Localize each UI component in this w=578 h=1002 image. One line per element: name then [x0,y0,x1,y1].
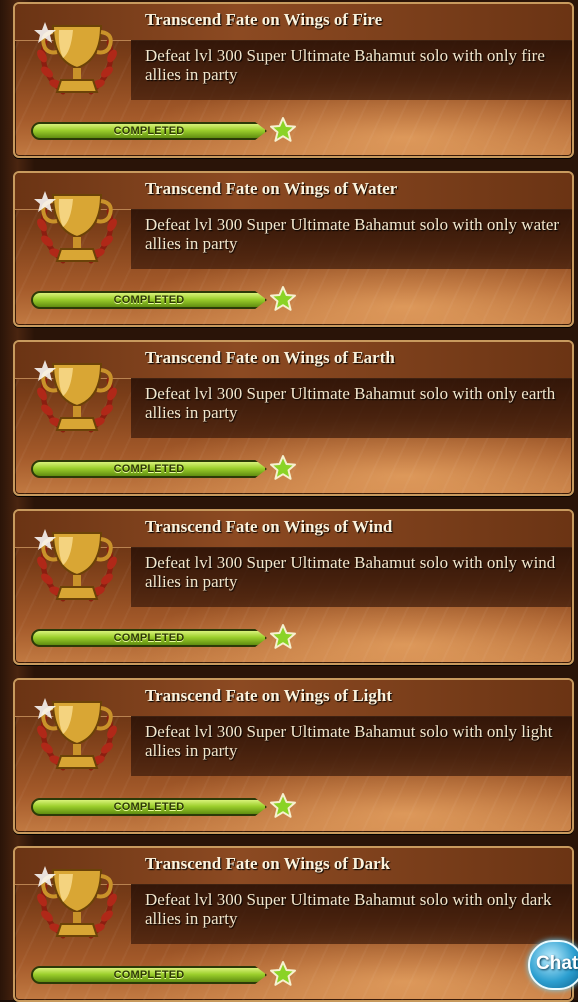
progress-bar: COMPLETED [31,629,267,647]
chat-button[interactable]: Chat [528,940,578,990]
trophy-icon [34,698,117,771]
star-icon [270,455,296,480]
achievement-card: Transcend Fate on Wings of Wind Defeat l… [13,509,574,665]
progress-bar: COMPLETED [31,798,267,816]
trophy-icon [34,22,117,95]
star-icon [270,793,296,818]
trophy-icon [34,529,117,602]
status-label: COMPLETED [113,125,185,137]
achievement-card: Transcend Fate on Wings of Dark Defeat l… [13,846,574,1002]
progress-bar: COMPLETED [31,291,267,309]
star-icon [270,286,296,311]
progress-bar: COMPLETED [31,966,267,984]
achievement-description: Defeat lvl 300 Super Ultimate Bahamut so… [145,890,552,928]
status-label: COMPLETED [113,632,185,644]
progress-bar: COMPLETED [31,460,267,478]
trophy-icon [34,191,117,264]
star-icon [270,624,296,649]
star-icon [270,961,296,986]
achievement-title: Transcend Fate on Wings of Water [145,179,398,198]
achievement-title: Transcend Fate on Wings of Fire [145,10,383,29]
achievement-title: Transcend Fate on Wings of Earth [145,348,395,367]
achievement-title: Transcend Fate on Wings of Wind [145,517,393,536]
achievement-card: Transcend Fate on Wings of Fire Defeat l… [13,2,574,158]
achievement-description: Defeat lvl 300 Super Ultimate Bahamut so… [145,722,553,760]
achievement-description: Defeat lvl 300 Super Ultimate Bahamut so… [145,553,556,591]
progress-bar: COMPLETED [31,122,267,140]
achievement-title: Transcend Fate on Wings of Dark [145,854,391,873]
status-label: COMPLETED [113,801,185,813]
achievement-card: Transcend Fate on Wings of Earth Defeat … [13,340,574,496]
achievement-list: Transcend Fate on Wings of Fire Defeat l… [0,0,578,1002]
achievement-description: Defeat lvl 300 Super Ultimate Bahamut so… [145,215,560,253]
achievement-title: Transcend Fate on Wings of Light [145,686,393,705]
status-label: COMPLETED [113,294,185,306]
star-icon [270,117,296,142]
trophy-icon [34,360,117,433]
achievement-description: Defeat lvl 300 Super Ultimate Bahamut so… [145,46,545,84]
achievement-card: Transcend Fate on Wings of Water Defeat … [13,171,574,327]
status-label: COMPLETED [113,969,185,981]
achievement-card: Transcend Fate on Wings of Light Defeat … [13,678,574,834]
achievement-description: Defeat lvl 300 Super Ultimate Bahamut so… [145,384,556,422]
trophy-icon [34,866,117,939]
status-label: COMPLETED [113,463,185,475]
